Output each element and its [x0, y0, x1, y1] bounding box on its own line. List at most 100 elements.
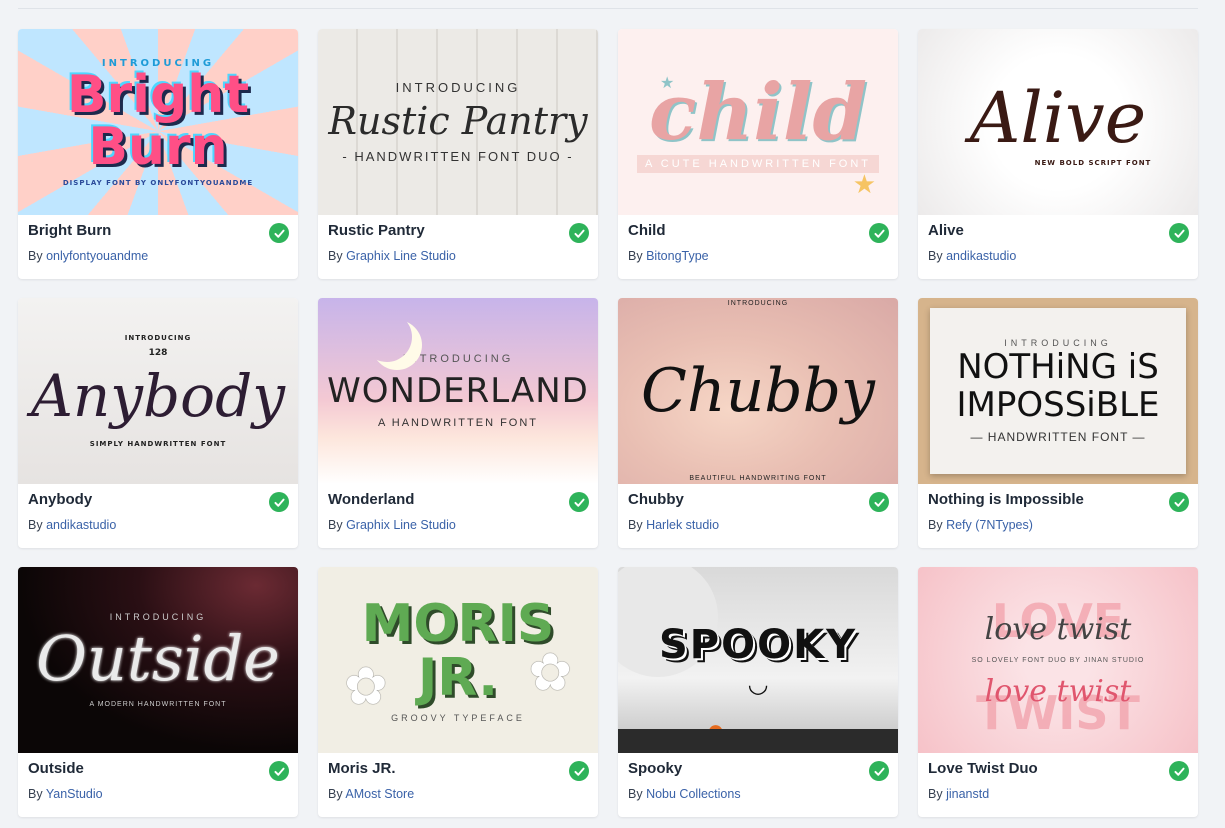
check-circle-icon: [1169, 223, 1189, 243]
font-thumbnail[interactable]: LOVE TWIST love twist SO LOVELY FONT DUO…: [918, 567, 1198, 753]
font-card[interactable]: INTRODUCING NOTHiNG iS IMPOSSiBLE — HAND…: [918, 298, 1198, 548]
font-thumbnail[interactable]: INTRODUCING WONDERLAND A HANDWRITTEN FON…: [318, 298, 598, 484]
font-card[interactable]: INTRODUCING Outside A MODERN HANDWRITTEN…: [18, 567, 298, 817]
font-author-line: By Refy (7NTypes): [928, 518, 1033, 532]
author-link[interactable]: onlyfontyouandme: [46, 249, 148, 263]
check-circle-icon: [569, 492, 589, 512]
font-grid: INTRODUCING Bright Burn DISPLAY FONT BY …: [18, 29, 1198, 817]
font-card[interactable]: INTRODUCING WONDERLAND A HANDWRITTEN FON…: [318, 298, 598, 548]
moon-icon: [362, 312, 412, 362]
by-label: By: [628, 249, 643, 263]
by-label: By: [928, 787, 943, 801]
thumbnail-sub-text: SO LOVELY FONT DUO BY JINAN STUDIO: [971, 656, 1145, 664]
thumbnail-extra-text: LOVE TWIST: [976, 594, 1140, 740]
star-icon: ★: [852, 169, 876, 199]
thumbnail-extra-text: 128: [148, 348, 168, 358]
font-author-line: By jinanstd: [928, 787, 989, 801]
by-label: By: [28, 249, 43, 263]
daisy-icon: ✿: [344, 658, 388, 716]
author-link[interactable]: Harlek studio: [646, 518, 719, 532]
thumbnail-title-text: Anybody: [31, 362, 285, 430]
font-name[interactable]: Love Twist Duo: [928, 760, 1038, 777]
font-card[interactable]: INTRODUCING 128 Anybody SIMPLY HANDWRITT…: [18, 298, 298, 548]
by-label: By: [928, 518, 943, 532]
font-thumbnail[interactable]: Alive NEW BOLD SCRIPT FONT: [918, 29, 1198, 215]
font-card[interactable]: LOVE TWIST love twist SO LOVELY FONT DUO…: [918, 567, 1198, 817]
author-link[interactable]: Graphix Line Studio: [346, 518, 456, 532]
thumbnail-intro-text: INTRODUCING: [727, 300, 789, 307]
font-name[interactable]: Child: [628, 222, 666, 239]
by-label: By: [28, 518, 43, 532]
author-link[interactable]: andikastudio: [946, 249, 1016, 263]
thumbnail-title-text: SPOOKY: [658, 621, 858, 668]
thumbnail-title-text-alt: love twist: [984, 673, 1132, 709]
font-thumbnail[interactable]: INTRODUCING Bright Burn DISPLAY FONT BY …: [18, 29, 298, 215]
font-card[interactable]: SPOOKY ◡ ● ● Spooky By Nobu Collections: [618, 567, 898, 817]
font-thumbnail[interactable]: child A CUTE HANDWRITTEN FONT ★ ★: [618, 29, 898, 215]
by-label: By: [928, 249, 943, 263]
thumbnail-intro-text: INTRODUCING: [402, 353, 514, 365]
author-link[interactable]: BitongType: [646, 249, 709, 263]
check-circle-icon: [1169, 761, 1189, 781]
author-link[interactable]: Nobu Collections: [646, 787, 741, 801]
font-thumbnail[interactable]: INTRODUCING Outside A MODERN HANDWRITTEN…: [18, 567, 298, 753]
thumbnail-sub-text: — HANDWRITTEN FONT —: [970, 430, 1146, 444]
font-card[interactable]: INTRODUCING Chubby BEAUTIFUL HANDWRITING…: [618, 298, 898, 548]
check-circle-icon: [569, 761, 589, 781]
check-circle-icon: [569, 223, 589, 243]
check-circle-icon: [269, 761, 289, 781]
author-link[interactable]: Refy (7NTypes): [946, 518, 1033, 532]
author-link[interactable]: Graphix Line Studio: [346, 249, 456, 263]
font-name[interactable]: Anybody: [28, 491, 92, 508]
author-link[interactable]: jinanstd: [946, 787, 989, 801]
font-author-line: By andikastudio: [928, 249, 1016, 263]
author-link[interactable]: andikastudio: [46, 518, 116, 532]
font-card[interactable]: MORIS JR. GROOVY TYPEFACE ✿ ✿ Moris JR. …: [318, 567, 598, 817]
thumbnail-sub-text: DISPLAY FONT BY ONLYFONTYOUANDME: [62, 178, 254, 187]
thumbnail-sub-text: A MODERN HANDWRITTEN FONT: [89, 701, 227, 708]
font-name[interactable]: Bright Burn: [28, 222, 111, 239]
font-name[interactable]: Spooky: [628, 760, 682, 777]
font-thumbnail[interactable]: INTRODUCING Rustic Pantry - HANDWRITTEN …: [318, 29, 598, 215]
font-card[interactable]: INTRODUCING Bright Burn DISPLAY FONT BY …: [18, 29, 298, 279]
thumbnail-intro-text: INTRODUCING: [109, 612, 207, 622]
font-name[interactable]: Wonderland: [328, 491, 414, 508]
font-name[interactable]: Outside: [28, 760, 84, 777]
daisy-icon: ✿: [528, 644, 572, 702]
font-name[interactable]: Moris JR.: [328, 760, 396, 777]
font-name[interactable]: Chubby: [628, 491, 684, 508]
font-author-line: By Graphix Line Studio: [328, 518, 456, 532]
font-card[interactable]: Alive NEW BOLD SCRIPT FONT Alive By andi…: [918, 29, 1198, 279]
by-label: By: [328, 518, 343, 532]
by-label: By: [28, 787, 43, 801]
thumbnail-title-text: Chubby: [641, 356, 875, 426]
font-thumbnail[interactable]: INTRODUCING 128 Anybody SIMPLY HANDWRITT…: [18, 298, 298, 484]
font-name[interactable]: Rustic Pantry: [328, 222, 425, 239]
font-thumbnail[interactable]: SPOOKY ◡ ● ●: [618, 567, 898, 753]
font-thumbnail[interactable]: INTRODUCING NOTHiNG iS IMPOSSiBLE — HAND…: [918, 298, 1198, 484]
thumbnail-sub-text: A CUTE HANDWRITTEN FONT: [636, 155, 880, 173]
font-name[interactable]: Nothing is Impossible: [928, 491, 1084, 508]
font-author-line: By BitongType: [628, 249, 709, 263]
by-label: By: [328, 787, 343, 801]
top-divider: [18, 8, 1198, 9]
author-link[interactable]: YanStudio: [46, 787, 103, 801]
ground-silhouette: [618, 729, 898, 753]
thumbnail-title-text: love twist: [984, 611, 1132, 647]
by-label: By: [628, 518, 643, 532]
check-circle-icon: [1169, 492, 1189, 512]
thumbnail-title-text: Alive: [969, 77, 1147, 159]
font-author-line: By AMost Store: [328, 787, 414, 801]
thumbnail-intro-text: INTRODUCING: [124, 334, 192, 342]
thumbnail-sub-text: GROOVY TYPEFACE: [391, 713, 525, 723]
thumbnail-title-text: NOTHiNG iS IMPOSSiBLE: [956, 347, 1160, 425]
font-author-line: By YanStudio: [28, 787, 103, 801]
author-link[interactable]: AMost Store: [345, 787, 414, 801]
font-thumbnail[interactable]: MORIS JR. GROOVY TYPEFACE ✿ ✿: [318, 567, 598, 753]
font-thumbnail[interactable]: INTRODUCING Chubby BEAUTIFUL HANDWRITING…: [618, 298, 898, 484]
font-card[interactable]: INTRODUCING Rustic Pantry - HANDWRITTEN …: [318, 29, 598, 279]
thumbnail-sub-text: - HANDWRITTEN FONT DUO -: [342, 149, 574, 164]
check-circle-icon: [869, 492, 889, 512]
font-name[interactable]: Alive: [928, 222, 964, 239]
font-card[interactable]: child A CUTE HANDWRITTEN FONT ★ ★ Child …: [618, 29, 898, 279]
